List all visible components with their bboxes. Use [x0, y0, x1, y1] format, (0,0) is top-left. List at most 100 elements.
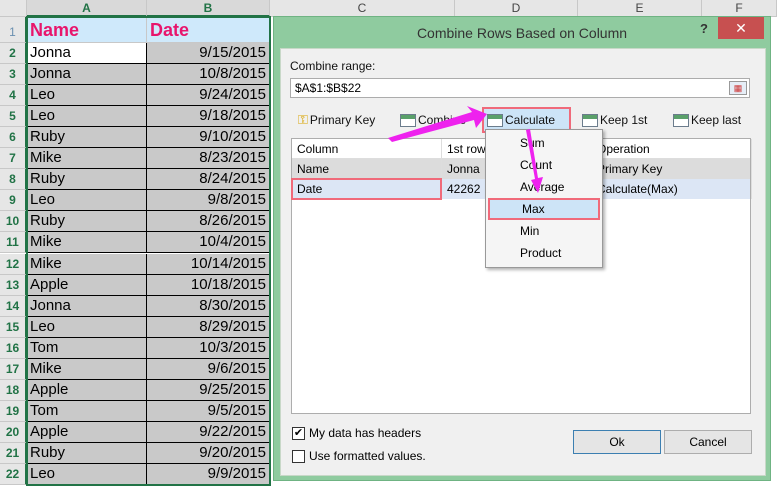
row-header-3[interactable]: 3 — [0, 64, 27, 86]
date-cell[interactable]: 9/10/2015 — [147, 127, 270, 149]
row-header-9[interactable]: 9 — [0, 190, 27, 212]
name-cell[interactable]: Jonna — [27, 295, 147, 317]
date-cell[interactable]: 8/23/2015 — [147, 148, 270, 170]
row-header-10[interactable]: 10 — [0, 211, 27, 233]
row-header-14[interactable]: 14 — [0, 295, 27, 317]
row-header-1[interactable]: 1 — [0, 17, 27, 43]
name-cell[interactable]: Ruby — [27, 211, 147, 233]
date-row-highlight — [291, 178, 442, 200]
menu-item-average[interactable]: Average — [488, 176, 600, 198]
cancel-button[interactable]: Cancel — [664, 430, 752, 454]
ok-button[interactable]: Ok — [573, 430, 661, 454]
date-cell[interactable]: 9/18/2015 — [147, 106, 270, 128]
has-headers-checkbox[interactable]: ✔ My data has headers — [292, 426, 421, 440]
formatted-values-checkbox[interactable]: Use formatted values. — [292, 449, 426, 463]
date-cell[interactable]: 10/8/2015 — [147, 64, 270, 86]
column-header-f[interactable]: F — [702, 0, 777, 17]
name-cell[interactable]: Tom — [27, 337, 147, 359]
date-cell[interactable]: 10/14/2015 — [147, 253, 270, 275]
name-cell[interactable]: Apple — [27, 379, 147, 401]
name-cell[interactable]: Leo — [27, 316, 147, 338]
date-cell[interactable]: 9/20/2015 — [147, 442, 270, 464]
date-cell[interactable]: 9/25/2015 — [147, 379, 270, 401]
date-cell[interactable]: 9/5/2015 — [147, 400, 270, 422]
name-cell[interactable]: Jonna — [27, 43, 147, 64]
column-header-c[interactable]: C — [270, 0, 455, 17]
date-cell[interactable]: 9/6/2015 — [147, 358, 270, 380]
row-header-20[interactable]: 20 — [0, 421, 27, 443]
primary-key-button[interactable]: ⚿ Primary Key — [295, 109, 378, 131]
menu-item-count[interactable]: Count — [488, 154, 600, 176]
row-header-12[interactable]: 12 — [0, 253, 27, 275]
row-header-18[interactable]: 18 — [0, 379, 27, 401]
combine-button[interactable]: Combine — [397, 109, 469, 131]
name-cell[interactable]: Mike — [27, 232, 147, 254]
date-cell[interactable]: 8/29/2015 — [147, 316, 270, 338]
name-cell[interactable]: Mike — [27, 358, 147, 380]
row-header-11[interactable]: 11 — [0, 232, 27, 254]
menu-item-product[interactable]: Product — [488, 242, 600, 264]
date-cell[interactable]: 8/26/2015 — [147, 211, 270, 233]
name-cell[interactable]: Apple — [27, 421, 147, 443]
row-header-5[interactable]: 5 — [0, 106, 27, 128]
name-cell[interactable]: Mike — [27, 148, 147, 170]
row-header-16[interactable]: 16 — [0, 337, 27, 359]
header-cell-date[interactable]: Date — [147, 17, 270, 43]
row-header-19[interactable]: 19 — [0, 400, 27, 422]
name-cell[interactable]: Leo — [27, 190, 147, 212]
row-header-8[interactable]: 8 — [0, 169, 27, 191]
name-cell[interactable]: Ruby — [27, 127, 147, 149]
name-cell[interactable]: Ruby — [27, 169, 147, 191]
row-header-6[interactable]: 6 — [0, 127, 27, 149]
menu-item-min[interactable]: Min — [488, 220, 600, 242]
menu-item-sum[interactable]: Sum — [488, 132, 600, 154]
dialog-title: Combine Rows Based on Column — [416, 25, 628, 41]
header-cell-name[interactable]: Name — [27, 17, 147, 43]
row-header-15[interactable]: 15 — [0, 316, 27, 338]
date-cell[interactable]: 9/8/2015 — [147, 190, 270, 212]
operation-header[interactable]: Operation — [592, 139, 752, 159]
column-header-b[interactable]: B — [147, 0, 270, 17]
row-header-13[interactable]: 13 — [0, 274, 27, 296]
table-icon — [673, 113, 689, 127]
name-cell[interactable]: Mike — [27, 253, 147, 275]
date-cell[interactable]: 9/9/2015 — [147, 464, 270, 485]
column-header-a[interactable]: A — [27, 0, 147, 17]
date-cell[interactable]: 9/24/2015 — [147, 85, 270, 107]
column-header[interactable]: Column — [292, 139, 442, 159]
date-cell[interactable]: 9/22/2015 — [147, 421, 270, 443]
range-select-icon[interactable]: ▦ — [729, 81, 747, 95]
table-icon — [582, 113, 598, 127]
menu-item-max[interactable]: Max — [488, 198, 600, 220]
date-cell[interactable]: 8/24/2015 — [147, 169, 270, 191]
column-header-d[interactable]: D — [455, 0, 578, 17]
calculate-menu: Sum Count Average Max Min Product — [485, 129, 603, 268]
name-cell[interactable]: Ruby — [27, 442, 147, 464]
keep-first-button[interactable]: Keep 1st — [579, 109, 650, 131]
name-cell[interactable]: Tom — [27, 400, 147, 422]
column-header-e[interactable]: E — [578, 0, 702, 17]
combine-range-label: Combine range: — [290, 59, 376, 73]
row-header-7[interactable]: 7 — [0, 148, 27, 170]
row-header-2[interactable]: 2 — [0, 43, 27, 64]
keep-last-button[interactable]: Keep last — [670, 109, 744, 131]
combine-range-input[interactable]: $A$1:$B$22 ▦ — [290, 78, 750, 98]
row-header-21[interactable]: 21 — [0, 442, 27, 464]
date-cell[interactable]: 10/18/2015 — [147, 274, 270, 296]
date-cell[interactable]: 10/3/2015 — [147, 337, 270, 359]
close-button[interactable]: ✕ — [718, 17, 764, 39]
name-cell[interactable]: Leo — [27, 464, 147, 485]
date-cell[interactable]: 10/4/2015 — [147, 232, 270, 254]
date-cell[interactable]: 8/30/2015 — [147, 295, 270, 317]
name-cell[interactable]: Leo — [27, 106, 147, 128]
cell-operation: Primary Key — [592, 159, 752, 179]
name-cell[interactable]: Jonna — [27, 64, 147, 86]
row-header-4[interactable]: 4 — [0, 85, 27, 107]
help-button[interactable]: ? — [700, 21, 708, 36]
date-cell[interactable]: 9/15/2015 — [147, 43, 270, 64]
name-cell[interactable]: Apple — [27, 274, 147, 296]
select-all-corner[interactable] — [0, 0, 27, 17]
name-cell[interactable]: Leo — [27, 85, 147, 107]
row-header-17[interactable]: 17 — [0, 358, 27, 380]
row-header-22[interactable]: 22 — [0, 464, 27, 485]
